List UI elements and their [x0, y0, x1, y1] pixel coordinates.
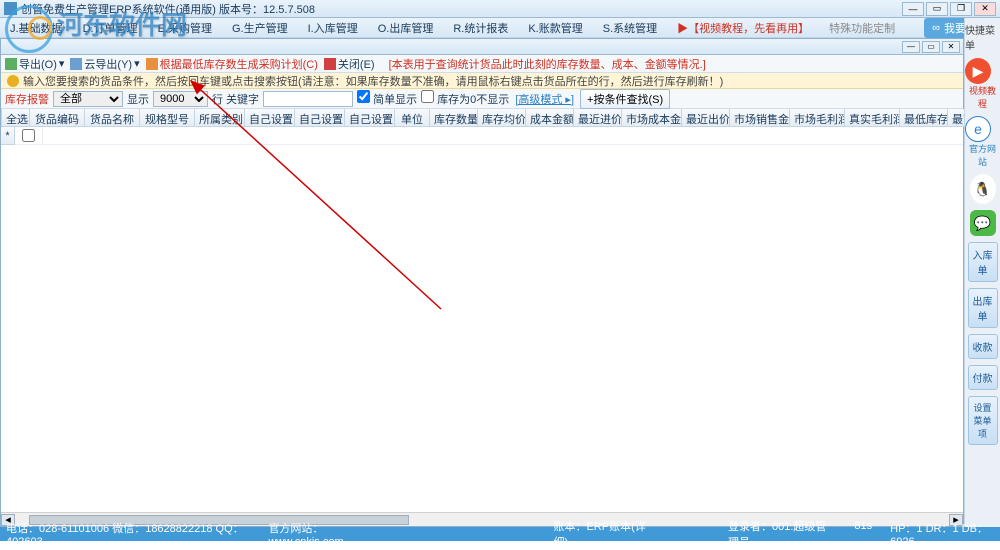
receipt-button[interactable]: 收款 — [968, 334, 998, 359]
row-marker[interactable]: * — [1, 127, 15, 145]
keyword-input[interactable] — [263, 91, 353, 107]
sub-toolbar: 导出(O)▾ 云导出(Y)▾ 根据最低库存数生成采购计划(C) 关闭(E) [本… — [1, 55, 963, 73]
export-button[interactable]: 导出(O)▾ — [5, 56, 64, 72]
lightbulb-icon — [7, 75, 19, 87]
menu-reports[interactable]: R.统计报表 — [447, 18, 514, 38]
inner-close[interactable]: ✕ — [942, 41, 960, 53]
ledger-info: 账本：ERP账本(详细) — [553, 518, 648, 550]
sidebar-video-label: 视频教程 — [965, 84, 1000, 110]
column-header[interactable]: 所属类别 — [195, 109, 245, 126]
window-title: 创管免费生产管理ERP系统软件(通用版) 版本号：12.5.7.508 — [21, 1, 902, 17]
table-header: 全选货品编码货品名称规格型号所属类别自己设置自己设置自己设置单位库存数量库存均价… — [2, 109, 1000, 127]
restore-button[interactable]: ▭ — [926, 2, 948, 16]
app-icon — [4, 2, 17, 15]
sidebar-website-label: 官方网站 — [965, 142, 1000, 168]
play-icon: ▶ — [965, 58, 991, 84]
keyword-label: 行 关键字 — [212, 91, 259, 107]
wechat-icon[interactable]: 💬 — [970, 210, 996, 236]
column-header[interactable]: 货品编码 — [30, 109, 85, 126]
db-info: HP：1 DR：1 DB：6926 — [890, 520, 994, 548]
menu-orders[interactable]: D.订单管理 — [77, 18, 144, 38]
status-bar: 电话：028-61101006 微信：18628822218 QQ：402603… — [0, 527, 1000, 541]
sidebar-title: 快捷菜单 — [965, 22, 1000, 52]
column-header[interactable]: 市场成本金额 — [622, 109, 682, 126]
titlebar: 创管免费生产管理ERP系统软件(通用版) 版本号：12.5.7.508 — ▭ … — [0, 0, 1000, 18]
hint-text: 输入您要搜索的货品条件，然后按回车键或点击搜索按钮(请注意：如果库存数量不准确，… — [23, 73, 723, 89]
cloud-icon — [70, 58, 82, 70]
column-header[interactable]: 市场毛利润 — [790, 109, 845, 126]
filter-bar: 库存报警 全部 显示 9000 行 关键字 简单显示 库存为0不显示 [高级模式… — [1, 89, 963, 109]
plan-icon — [146, 58, 158, 70]
column-header[interactable]: 库存数量 — [430, 109, 478, 126]
show-label: 显示 — [127, 91, 149, 107]
close-button[interactable]: ✕ — [974, 2, 996, 16]
table-row[interactable] — [15, 127, 963, 145]
close-icon — [324, 58, 336, 70]
row-count-select[interactable]: 9000 — [153, 91, 208, 107]
sidebar-website-item[interactable]: e 官方网站 — [965, 116, 1000, 168]
stock-alarm-select[interactable]: 全部 — [53, 91, 123, 107]
main-menu: J.基础数据 D.订单管理 E.采购管理 G.生产管理 I.入库管理 O.出库管… — [0, 18, 1000, 38]
column-header[interactable]: 最近进价 — [574, 109, 622, 126]
menu-video-tutorial[interactable]: ▶【视频教程，先看再用】 — [671, 18, 815, 38]
maximize-button[interactable]: ❐ — [950, 2, 972, 16]
column-header[interactable]: 成本金额 — [526, 109, 574, 126]
toolbar-description: [本表用于查询统计货品此时此刻的库存数量、成本、金额等情况.] — [389, 56, 706, 72]
column-header[interactable]: 货品名称 — [85, 109, 140, 126]
column-header[interactable]: 自己设置 — [295, 109, 345, 126]
row-checkbox[interactable] — [22, 129, 35, 142]
window-controls: — ▭ ❐ ✕ — [902, 2, 996, 16]
column-header[interactable]: 规格型号 — [140, 109, 195, 126]
qq-icon[interactable]: 🐧 — [970, 174, 996, 204]
column-header[interactable]: 单位 — [395, 109, 430, 126]
menu-outbound[interactable]: O.出库管理 — [372, 18, 440, 38]
browser-icon: e — [965, 116, 991, 142]
close-button-tb[interactable]: 关闭(E) — [324, 56, 375, 72]
perf-info: 81s — [854, 520, 872, 548]
menu-production[interactable]: G.生产管理 — [226, 18, 294, 38]
column-header[interactable]: 市场销售金额 — [730, 109, 790, 126]
column-header[interactable]: 最低库存 — [900, 109, 948, 126]
simple-display-checkbox[interactable]: 简单显示 — [357, 90, 417, 107]
column-header[interactable]: 库存均价 — [478, 109, 526, 126]
export-icon — [5, 58, 17, 70]
hint-bar: 输入您要搜索的货品条件，然后按回车键或点击搜索按钮(请注意：如果库存数量不准确，… — [1, 73, 963, 89]
menu-base-data[interactable]: J.基础数据 — [4, 18, 69, 38]
inbound-button[interactable]: 入库单 — [968, 242, 998, 282]
website-info: 官方网站：www.cnkis.com — [268, 520, 383, 548]
quick-menu-sidebar: 快捷菜单 ▶ 视频教程 e 官方网站 🐧 💬 入库单 出库单 收款 付款 设置菜… — [964, 18, 1000, 527]
inner-window: — ▭ ✕ 导出(O)▾ 云导出(Y)▾ 根据最低库存数生成采购计划(C) 关闭… — [0, 38, 964, 527]
sidebar-video-item[interactable]: ▶ 视频教程 — [965, 58, 1000, 110]
column-header[interactable]: 真实毛利润 — [845, 109, 900, 126]
table-area: 全选货品编码货品名称规格型号所属类别自己设置自己设置自己设置单位库存数量库存均价… — [1, 109, 963, 526]
link-icon: ∞ — [932, 22, 940, 34]
column-header[interactable]: 最近出价 — [682, 109, 730, 126]
column-header[interactable]: 自己设置 — [245, 109, 295, 126]
menu-settings-button[interactable]: 设置菜单项 — [968, 396, 998, 445]
outbound-button[interactable]: 出库单 — [968, 288, 998, 328]
user-info: 登录者：001.超级管理员 — [728, 518, 834, 550]
advanced-mode-link[interactable]: [高级模式 ▸] — [513, 91, 576, 107]
menu-purchase[interactable]: E.采购管理 — [152, 18, 218, 38]
inner-titlebar: — ▭ ✕ — [1, 39, 963, 55]
purchase-plan-button[interactable]: 根据最低库存数生成采购计划(C) — [146, 56, 318, 72]
stock-alarm-label: 库存报警 — [5, 91, 49, 107]
cloud-export-button[interactable]: 云导出(Y)▾ — [70, 56, 139, 72]
column-header[interactable]: 全选 — [2, 109, 30, 126]
inner-minimize[interactable]: — — [902, 41, 920, 53]
search-button[interactable]: +按条件查找(S) — [580, 89, 670, 109]
menu-system[interactable]: S.系统管理 — [597, 18, 663, 38]
menu-custom[interactable]: 特殊功能定制 — [823, 18, 901, 38]
column-header[interactable]: 自己设置 — [345, 109, 395, 126]
minimize-button[interactable]: — — [902, 2, 924, 16]
menu-inbound[interactable]: I.入库管理 — [302, 18, 364, 38]
menu-accounts[interactable]: K.账款管理 — [522, 18, 588, 38]
hide-zero-checkbox[interactable]: 库存为0不显示 — [421, 90, 509, 107]
payment-button[interactable]: 付款 — [968, 365, 998, 390]
contact-info: 电话：028-61101006 微信：18628822218 QQ：402603 — [6, 520, 248, 548]
inner-restore[interactable]: ▭ — [922, 41, 940, 53]
